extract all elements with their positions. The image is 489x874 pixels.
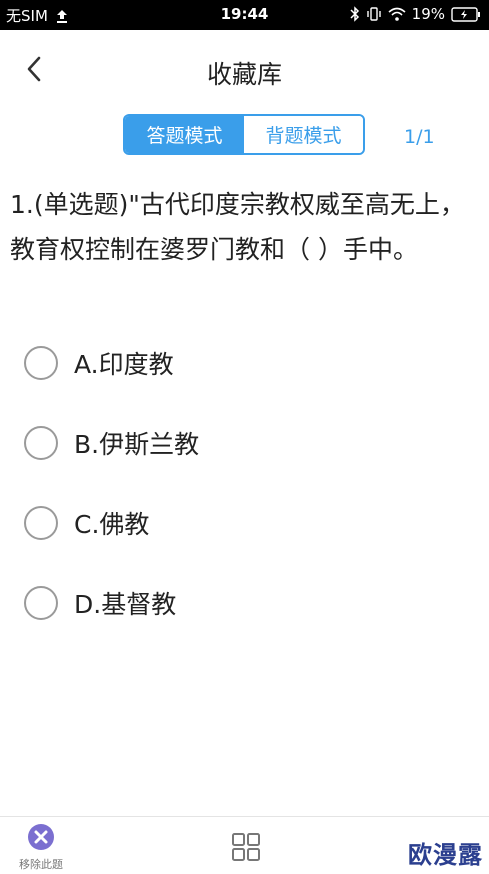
wifi-icon — [388, 7, 406, 21]
close-circle-icon — [28, 824, 54, 850]
radio-button[interactable] — [24, 506, 58, 540]
battery-percent: 19% — [411, 5, 445, 23]
vibrate-icon — [366, 6, 382, 22]
grid-icon — [232, 833, 260, 861]
radio-button[interactable] — [24, 426, 58, 460]
tab-answer-mode[interactable]: 答题模式 — [125, 116, 244, 153]
option-c[interactable]: C.佛教 — [24, 501, 149, 545]
option-b[interactable]: B.伊斯兰教 — [24, 421, 199, 465]
radio-button[interactable] — [24, 586, 58, 620]
option-d[interactable]: D.基督教 — [24, 581, 176, 625]
status-bar: 无SIM 19:44 19% — [0, 0, 489, 30]
tab-recite-mode[interactable]: 背题模式 — [244, 116, 363, 153]
option-label: C.佛教 — [74, 510, 150, 539]
battery-icon — [451, 6, 481, 22]
option-a[interactable]: A.印度教 — [24, 341, 174, 385]
option-label: B.伊斯兰教 — [74, 430, 200, 459]
page-counter: 1/1 — [404, 126, 435, 148]
question-text: 1.(单选题)"古代印度宗教权威至高无上，教育权控制在婆罗门教和（ ）手中。 — [10, 190, 465, 264]
option-label: A.印度教 — [74, 350, 174, 379]
option-label: D.基督教 — [74, 590, 177, 619]
bottom-bar: 移除此题 欧漫露 — [0, 816, 489, 874]
question-grid-button[interactable] — [231, 832, 261, 862]
remove-question-label: 移除此题 — [19, 858, 63, 871]
watermark: 欧漫露 — [408, 841, 483, 869]
page-title: 收藏库 — [206, 60, 282, 89]
bluetooth-icon — [350, 6, 360, 22]
remove-question-button[interactable]: 移除此题 — [12, 823, 70, 871]
radio-button[interactable] — [24, 346, 58, 380]
mode-switch: 答题模式 背题模式 — [123, 114, 365, 155]
nav-bar: 收藏库 — [0, 30, 489, 110]
status-right: 19% — [350, 5, 481, 23]
